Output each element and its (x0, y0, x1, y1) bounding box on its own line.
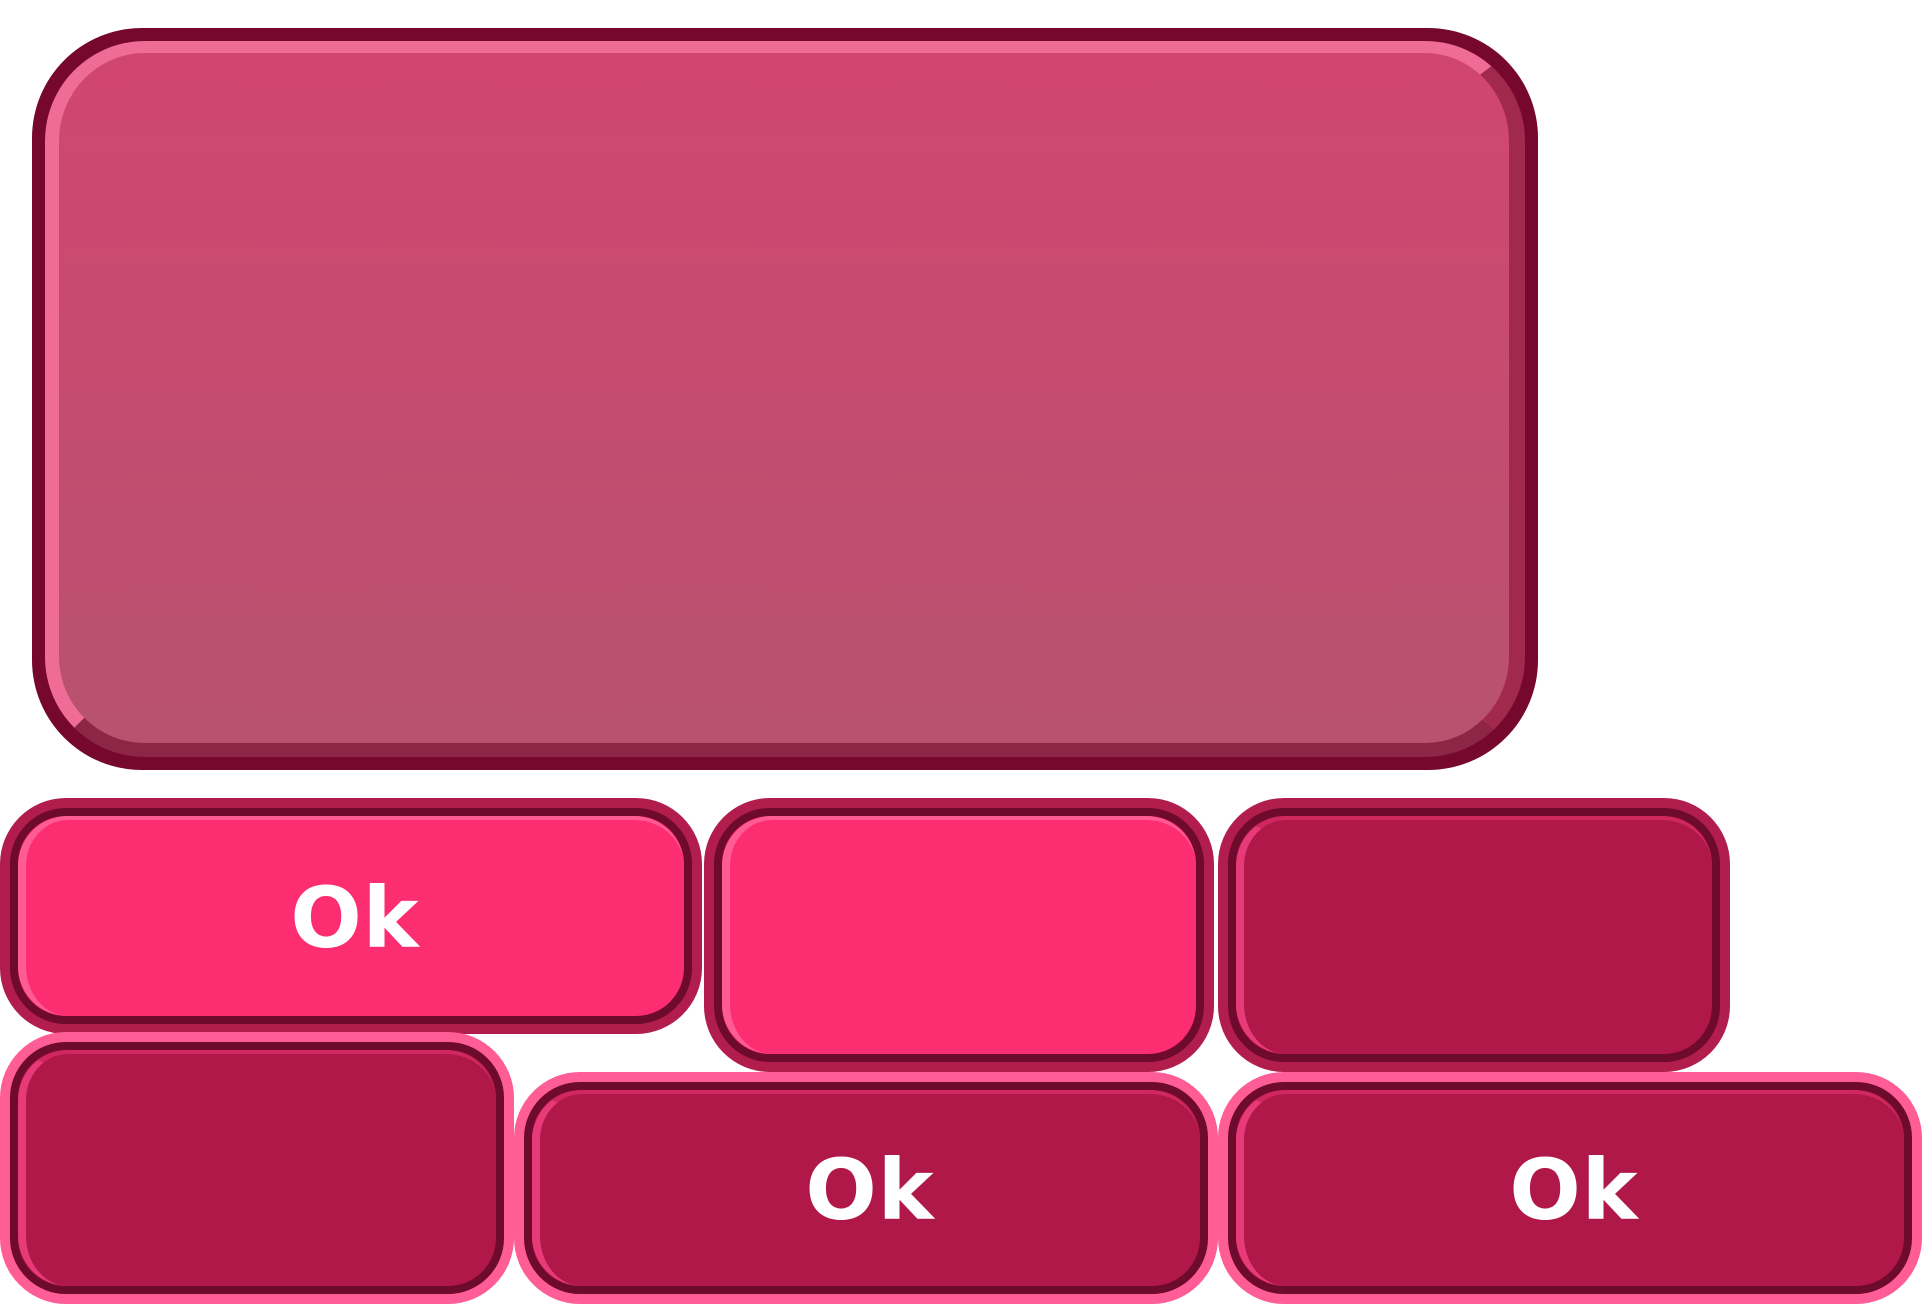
blank-button-bright[interactable] (704, 798, 1214, 1072)
content-panel-body (45, 41, 1525, 757)
ok-button-bright[interactable]: Ok (0, 798, 702, 1034)
blank-button-deep[interactable] (1218, 798, 1730, 1072)
ok-button-deep-wide[interactable]: Ok (1218, 1072, 1922, 1304)
button-face (714, 808, 1204, 1062)
button-highlight (18, 1050, 496, 1286)
button-highlight (1236, 816, 1712, 1054)
button-label: Ok (1509, 1141, 1639, 1239)
button-label: Ok (805, 1141, 935, 1239)
button-face (1228, 808, 1720, 1062)
button-highlight (722, 816, 1196, 1054)
blank-button-deep-pressed[interactable] (0, 1032, 514, 1304)
ok-button-deep[interactable]: Ok (514, 1072, 1218, 1304)
button-face: Ok (524, 1082, 1208, 1294)
button-face: Ok (1228, 1082, 1912, 1294)
content-panel (32, 28, 1538, 770)
button-face (10, 1042, 504, 1294)
button-highlight: Ok (1236, 1090, 1904, 1286)
button-highlight: Ok (532, 1090, 1200, 1286)
button-highlight: Ok (18, 816, 684, 1016)
button-label: Ok (290, 869, 420, 967)
button-face: Ok (10, 808, 692, 1024)
